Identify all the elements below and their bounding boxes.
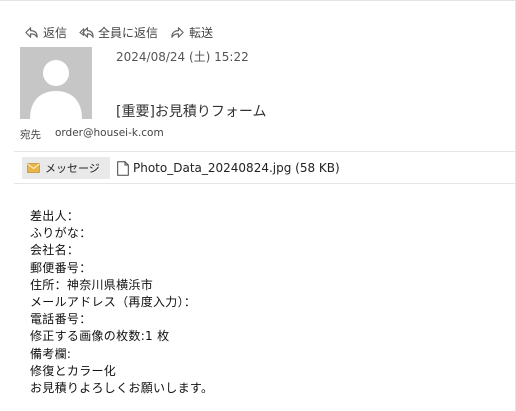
email-subject: [重要]お見積りフォーム [116, 104, 267, 120]
body-line: メールアドレス（再度入力）： [30, 295, 197, 310]
sent-date: 2024/08/24 (土) 15:22 [116, 50, 249, 64]
recipient-row: 宛先 order@housei-k.com [20, 127, 164, 142]
body-line: ふりがな： [30, 226, 92, 241]
attachment-filename: Photo_Data_20240824.jpg (58 KB) [133, 161, 340, 175]
to-address[interactable]: order@housei-k.com [55, 127, 164, 142]
body-line: 郵便番号： [30, 260, 92, 275]
person-silhouette-icon [20, 47, 92, 119]
document-icon [117, 160, 129, 176]
divider [14, 151, 515, 152]
forward-label: 転送 [189, 25, 214, 40]
forward-icon [171, 26, 184, 38]
body-line: 修復とカラー化 [30, 363, 117, 378]
body-line: 差出人： [30, 209, 80, 223]
email-body: 差出人： ふりがな： 会社名： 郵便番号： 住所：神奈川県横浜市 メールアドレス… [30, 208, 213, 397]
message-tab[interactable]: メッセージ [22, 157, 110, 179]
attachment-file[interactable]: Photo_Data_20240824.jpg (58 KB) [117, 160, 340, 176]
reply-all-button[interactable]: 全員に返信 [79, 24, 158, 41]
message-tab-label: メッセージ [45, 162, 100, 175]
to-label: 宛先 [20, 129, 41, 141]
sender-avatar [20, 47, 92, 119]
message-toolbar: 返信 全員に返信 転送 [24, 23, 213, 41]
email-reading-pane: 返信 全員に返信 転送 2024/08/24 (土) 15:22 [重要]お見積… [0, 0, 516, 411]
reply-icon [25, 26, 38, 38]
forward-button[interactable]: 転送 [170, 24, 213, 41]
reply-button[interactable]: 返信 [24, 24, 67, 41]
envelope-icon [27, 163, 40, 173]
reply-label: 返信 [43, 25, 68, 40]
reply-all-label: 全員に返信 [98, 25, 159, 40]
body-line: 住所：神奈川県横浜市 [30, 277, 154, 292]
body-line: お見積りよろしくお願いします。 [30, 381, 214, 396]
body-line: 電話番号： [30, 312, 92, 327]
body-line: 修正する画像の枚数:1 枚 [30, 329, 170, 344]
attachment-bar: メッセージ Photo_Data_20240824.jpg (58 KB) [22, 157, 340, 179]
divider [14, 183, 515, 184]
body-line: 会社名： [30, 243, 80, 258]
reply-all-icon [79, 26, 94, 38]
body-line: 備考欄: [30, 346, 72, 361]
